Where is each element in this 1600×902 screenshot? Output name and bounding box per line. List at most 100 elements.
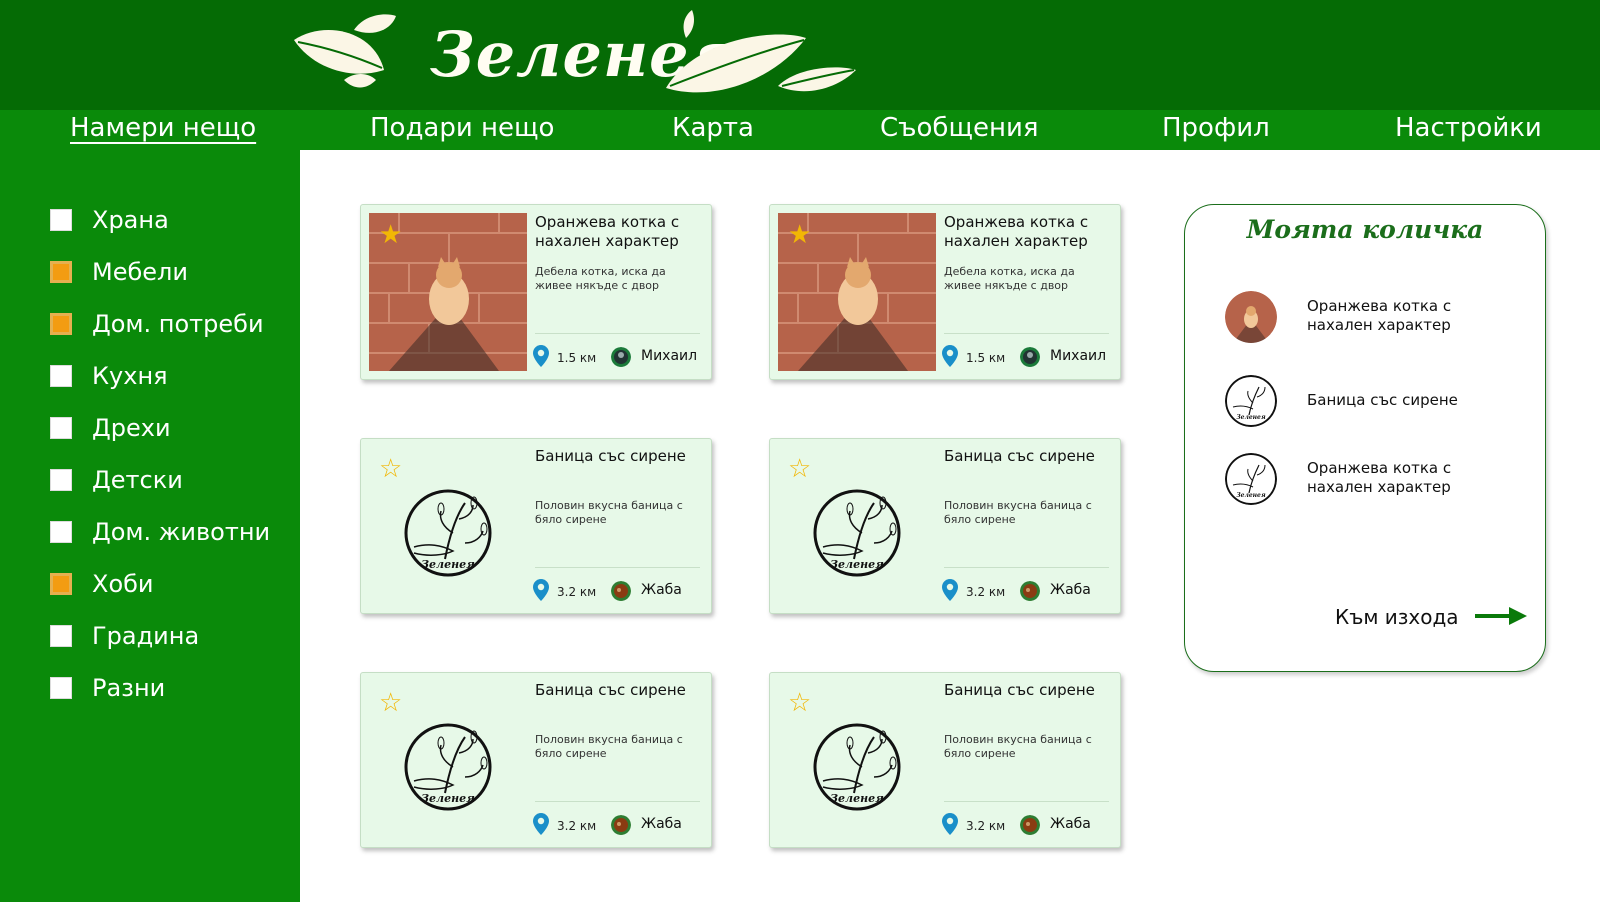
listing-image: Зеленея ☆ [778,681,936,839]
category-furniture[interactable]: Мебели [50,255,188,289]
category-household[interactable]: Дом. потреби [50,307,264,341]
leaf-cluster-left-icon [294,14,396,88]
category-label: Разни [92,674,166,702]
listing-card[interactable]: Зеленея ☆ Баница със сирене Половин вкус… [769,438,1121,614]
cart-item[interactable]: Зеленея Баница със сирене [1225,375,1525,427]
category-garden[interactable]: Градина [50,619,199,653]
listing-user[interactable]: Жаба [1050,582,1091,598]
category-clothes[interactable]: Дрехи [50,411,171,445]
listing-description: Дебела котка, иска да живее някъде с дво… [535,265,666,292]
listing-distance: 3.2 км [557,819,597,833]
listing-description: Половин вкусна баница с бяло сирене [535,733,683,760]
logo-wordmark: Зеленея [830,792,884,805]
listing-user[interactable]: Жаба [641,582,682,598]
nav-find[interactable]: Намери нещо [70,113,256,143]
listing-card[interactable]: Зеленея ☆ Баница със сирене Половин вкус… [769,672,1121,848]
category-misc[interactable]: Разни [50,671,165,705]
listing-image: ★ [778,213,936,371]
listing-description: Половин вкусна баница с бяло сирене [944,499,1092,526]
category-sidebar: Храна Мебели Дом. потреби Кухня Дрехи Де… [0,150,300,902]
category-checkbox[interactable] [50,469,72,491]
listing-image: ★ [369,213,527,371]
listing-user[interactable]: Жаба [641,816,682,832]
listing-user[interactable]: Жаба [1050,816,1091,832]
nav-give[interactable]: Подари нещо [370,113,554,143]
category-checkbox[interactable] [50,261,72,283]
listing-distance: 3.2 км [966,585,1006,599]
category-label: Дом. потреби [92,310,264,338]
divider [944,567,1109,568]
listing-card[interactable]: Зеленея ☆ Баница със сирене Половин вкус… [360,672,712,848]
divider [535,567,700,568]
listing-card[interactable]: Зеленея ☆ Баница със сирене Половин вкус… [360,438,712,614]
category-checkbox[interactable] [50,677,72,699]
listing-user[interactable]: Михаил [641,348,697,364]
leaf-cluster-right-icon [666,10,856,93]
favorite-star-outline-icon[interactable]: ☆ [788,689,811,715]
user-avatar[interactable] [611,815,631,835]
listing-distance: 1.5 км [557,351,597,365]
listing-image: Зеленея ☆ [369,447,527,605]
category-checkbox[interactable] [50,573,72,595]
user-avatar[interactable] [1020,581,1040,601]
zeleneya-logo-thumbnail: Зеленея [1225,375,1277,427]
checkout-link[interactable]: Към изхода [1335,605,1459,629]
cart-item-name: Баница със сирене [1307,391,1458,409]
logo-wordmark: Зеленея [1236,414,1266,421]
cart-item[interactable]: Зеленея Оранжева котка с нахален характе… [1225,453,1525,505]
user-avatar[interactable] [1020,347,1040,367]
category-kitchen[interactable]: Кухня [50,359,168,393]
logo-wordmark: Зеленея [1236,492,1266,499]
logo-wordmark: Зеленея [830,558,884,571]
nav-map[interactable]: Карта [672,113,754,143]
user-avatar[interactable] [611,581,631,601]
location-pin-icon [533,345,549,367]
category-checkbox[interactable] [50,313,72,335]
header-bar: Зеленея [0,0,1600,110]
category-kids[interactable]: Детски [50,463,183,497]
favorite-star-outline-icon[interactable]: ☆ [379,689,402,715]
divider [535,333,700,334]
category-checkbox[interactable] [50,417,72,439]
nav-profile[interactable]: Профил [1162,113,1270,143]
user-avatar[interactable] [1020,815,1040,835]
divider [944,801,1109,802]
category-label: Кухня [92,362,168,390]
location-pin-icon [533,813,549,835]
nav-settings[interactable]: Настройки [1395,113,1542,143]
category-hobby[interactable]: Хоби [50,567,154,601]
user-avatar[interactable] [611,347,631,367]
category-checkbox[interactable] [50,625,72,647]
listing-title: Оранжева котка с нахален характер [944,213,1089,250]
category-label: Детски [92,466,183,494]
listing-description: Половин вкусна баница с бяло сирене [535,499,683,526]
category-pets[interactable]: Дом. животни [50,515,270,549]
favorite-star-filled-icon[interactable]: ★ [788,221,811,247]
listing-distance: 3.2 км [966,819,1006,833]
cat-photo-thumbnail [1225,291,1277,343]
listing-image: Зеленея ☆ [369,681,527,839]
cart-item-name: Оранжева котка с нахален характер [1307,297,1452,334]
arrow-right-icon[interactable] [1475,605,1527,627]
category-label: Дом. животни [92,518,271,546]
category-food[interactable]: Храна [50,203,169,237]
listing-card[interactable]: ★ Оранжева котка с нахален характер Дебе… [769,204,1121,380]
listing-title: Баница със сирене [535,681,686,699]
category-checkbox[interactable] [50,365,72,387]
location-pin-icon [533,579,549,601]
listing-distance: 1.5 км [966,351,1006,365]
listing-title: Баница със сирене [944,681,1095,699]
nav-messages[interactable]: Съобщения [880,113,1039,143]
cart-item[interactable]: Оранжева котка с нахален характер [1225,291,1525,343]
listing-description: Половин вкусна баница с бяло сирене [944,733,1092,760]
divider [944,333,1109,334]
category-checkbox[interactable] [50,521,72,543]
listing-user[interactable]: Михаил [1050,348,1106,364]
category-checkbox[interactable] [50,209,72,231]
favorite-star-outline-icon[interactable]: ☆ [788,455,811,481]
favorite-star-filled-icon[interactable]: ★ [379,221,402,247]
divider [535,801,700,802]
listing-card[interactable]: ★ Оранжева котка с нахален характер Дебе… [360,204,712,380]
listing-title: Оранжева котка с нахален характер [535,213,680,250]
favorite-star-outline-icon[interactable]: ☆ [379,455,402,481]
